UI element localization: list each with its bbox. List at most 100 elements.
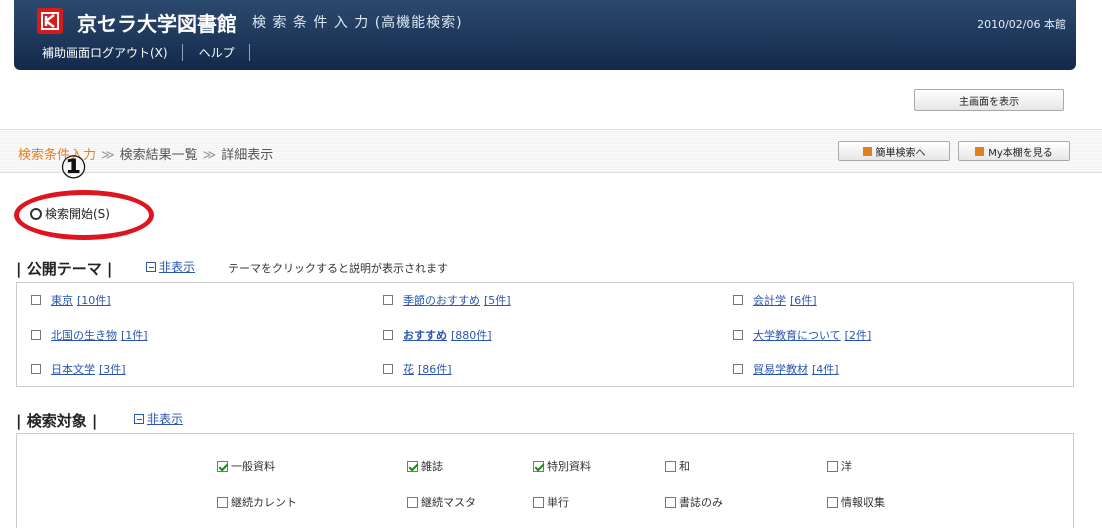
theme-link[interactable]: 花 bbox=[403, 361, 414, 377]
theme-checkbox[interactable] bbox=[733, 295, 743, 305]
theme-checkbox[interactable] bbox=[31, 295, 41, 305]
target-option[interactable]: 情報収集 bbox=[827, 494, 885, 510]
search-targets-toggle[interactable]: 非表示 bbox=[134, 410, 183, 427]
target-label: 和 bbox=[679, 460, 690, 473]
target-option[interactable]: 洋 bbox=[827, 458, 852, 474]
target-label: 特別資料 bbox=[547, 460, 591, 473]
breadcrumb-detail[interactable]: 詳細表示 bbox=[221, 148, 273, 163]
target-option[interactable]: 継続マスタ bbox=[407, 494, 476, 510]
theme-item[interactable]: 東京 [10件] bbox=[31, 292, 111, 308]
theme-checkbox[interactable] bbox=[383, 330, 393, 340]
my-bookshelf-label: My本棚を見る bbox=[988, 147, 1053, 159]
search-targets-box: 一般資料 雑誌 特別資料 和 洋 継続カレント 継続マスタ 単行 書誌のみ 情報… bbox=[16, 433, 1074, 528]
target-option[interactable]: 特別資料 bbox=[533, 458, 591, 474]
target-checkbox[interactable] bbox=[533, 496, 544, 508]
theme-checkbox[interactable] bbox=[733, 330, 743, 340]
theme-link[interactable]: 北国の生き物 bbox=[51, 327, 117, 343]
target-checkbox[interactable] bbox=[217, 460, 228, 472]
public-themes-toggle-label: 非表示 bbox=[159, 260, 196, 274]
target-checkbox[interactable] bbox=[407, 496, 418, 508]
site-title: 京セラ大学図書館 bbox=[77, 12, 237, 36]
target-checkbox[interactable] bbox=[827, 460, 838, 472]
theme-count[interactable]: [2件] bbox=[845, 327, 872, 343]
theme-item[interactable]: おすすめ [880件] bbox=[383, 327, 492, 343]
theme-checkbox[interactable] bbox=[383, 295, 393, 305]
search-start-label: 検索開始(S) bbox=[45, 207, 110, 221]
theme-link[interactable]: 日本文学 bbox=[51, 361, 95, 377]
target-label: 単行 bbox=[547, 496, 569, 509]
theme-item[interactable]: 貿易学教材 [4件] bbox=[733, 361, 839, 377]
breadcrumb-results[interactable]: 検索結果一覧 bbox=[120, 148, 198, 163]
theme-item[interactable]: 大学教育について [2件] bbox=[733, 327, 871, 343]
target-checkbox[interactable] bbox=[533, 460, 544, 472]
theme-count[interactable]: [1件] bbox=[121, 327, 148, 343]
date-library: 2010/02/06 本館 bbox=[977, 18, 1066, 31]
target-option[interactable]: 一般資料 bbox=[217, 458, 275, 474]
logout-link[interactable]: 補助画面ログアウト(X) bbox=[26, 43, 183, 61]
app-header: 京セラ大学図書館 検 索 条 件 入 力 (高機能検索) 2010/02/06 … bbox=[14, 0, 1076, 70]
theme-count[interactable]: [5件] bbox=[484, 292, 511, 308]
public-themes-heading: | 公開テーマ | bbox=[16, 260, 113, 278]
orange-square-icon bbox=[862, 146, 872, 156]
theme-checkbox[interactable] bbox=[31, 330, 41, 340]
theme-item[interactable]: 北国の生き物 [1件] bbox=[31, 327, 148, 343]
target-checkbox[interactable] bbox=[827, 496, 838, 508]
search-icon bbox=[30, 207, 42, 220]
show-main-screen-button[interactable]: 主画面を表示 bbox=[914, 89, 1064, 111]
target-option[interactable]: 継続カレント bbox=[217, 494, 297, 510]
breadcrumb: 検索条件入力 ≫ 検索結果一覧 ≫ 詳細表示 bbox=[18, 144, 273, 163]
target-option[interactable]: 単行 bbox=[533, 494, 569, 510]
theme-checkbox[interactable] bbox=[31, 364, 41, 374]
target-checkbox[interactable] bbox=[407, 460, 418, 472]
orange-square-icon bbox=[975, 146, 985, 156]
page-subtitle: 検 索 条 件 入 力 (高機能検索) bbox=[252, 15, 463, 31]
theme-item[interactable]: 日本文学 [3件] bbox=[31, 361, 126, 377]
theme-link[interactable]: 貿易学教材 bbox=[753, 361, 808, 377]
target-label: 書誌のみ bbox=[679, 496, 723, 509]
target-label: 雑誌 bbox=[421, 460, 443, 473]
target-option[interactable]: 和 bbox=[665, 458, 690, 474]
theme-count[interactable]: [86件] bbox=[418, 361, 452, 377]
target-checkbox[interactable] bbox=[217, 496, 228, 508]
public-themes-toggle[interactable]: 非表示 bbox=[146, 258, 195, 275]
theme-item[interactable]: 花 [86件] bbox=[383, 361, 452, 377]
kyocera-logo-icon bbox=[37, 8, 63, 34]
target-label: 一般資料 bbox=[231, 460, 275, 473]
collapse-icon bbox=[134, 414, 144, 424]
theme-checkbox[interactable] bbox=[733, 364, 743, 374]
simple-search-label: 簡単検索へ bbox=[875, 147, 926, 159]
theme-item[interactable]: 季節のおすすめ [5件] bbox=[383, 292, 511, 308]
theme-link[interactable]: 大学教育について bbox=[753, 327, 841, 343]
target-label: 情報収集 bbox=[841, 496, 885, 509]
sub-navigation: 補助画面ログアウト(X) ヘルプ bbox=[26, 40, 250, 64]
target-option[interactable]: 雑誌 bbox=[407, 458, 443, 474]
search-targets-heading: | 検索対象 | bbox=[16, 412, 98, 430]
target-label: 洋 bbox=[841, 460, 852, 473]
collapse-icon bbox=[146, 262, 156, 272]
theme-link[interactable]: おすすめ bbox=[403, 327, 447, 343]
theme-count[interactable]: [3件] bbox=[99, 361, 126, 377]
theme-link[interactable]: 季節のおすすめ bbox=[403, 292, 480, 308]
my-bookshelf-button[interactable]: My本棚を見る bbox=[958, 141, 1070, 161]
target-checkbox[interactable] bbox=[665, 496, 676, 508]
theme-count[interactable]: [880件] bbox=[451, 327, 492, 343]
help-link[interactable]: ヘルプ bbox=[183, 43, 250, 61]
theme-count[interactable]: [6件] bbox=[790, 292, 817, 308]
search-start-button[interactable]: 検索開始(S) bbox=[30, 205, 110, 222]
annotation-marker: ① bbox=[60, 148, 88, 186]
breadcrumb-separator: ≫ bbox=[101, 148, 115, 163]
theme-count[interactable]: [10件] bbox=[77, 292, 111, 308]
target-label: 継続カレント bbox=[231, 496, 297, 509]
breadcrumb-separator: ≫ bbox=[202, 148, 217, 163]
themes-hint: テーマをクリックすると説明が表示されます bbox=[228, 262, 448, 275]
theme-link[interactable]: 会計学 bbox=[753, 292, 786, 308]
theme-link[interactable]: 東京 bbox=[51, 292, 73, 308]
search-targets-toggle-label: 非表示 bbox=[147, 412, 184, 426]
target-checkbox[interactable] bbox=[665, 460, 676, 472]
theme-item[interactable]: 会計学 [6件] bbox=[733, 292, 817, 308]
theme-checkbox[interactable] bbox=[383, 364, 393, 374]
target-label: 継続マスタ bbox=[421, 496, 476, 509]
simple-search-button[interactable]: 簡単検索へ bbox=[838, 141, 950, 161]
theme-count[interactable]: [4件] bbox=[812, 361, 839, 377]
target-option[interactable]: 書誌のみ bbox=[665, 494, 723, 510]
